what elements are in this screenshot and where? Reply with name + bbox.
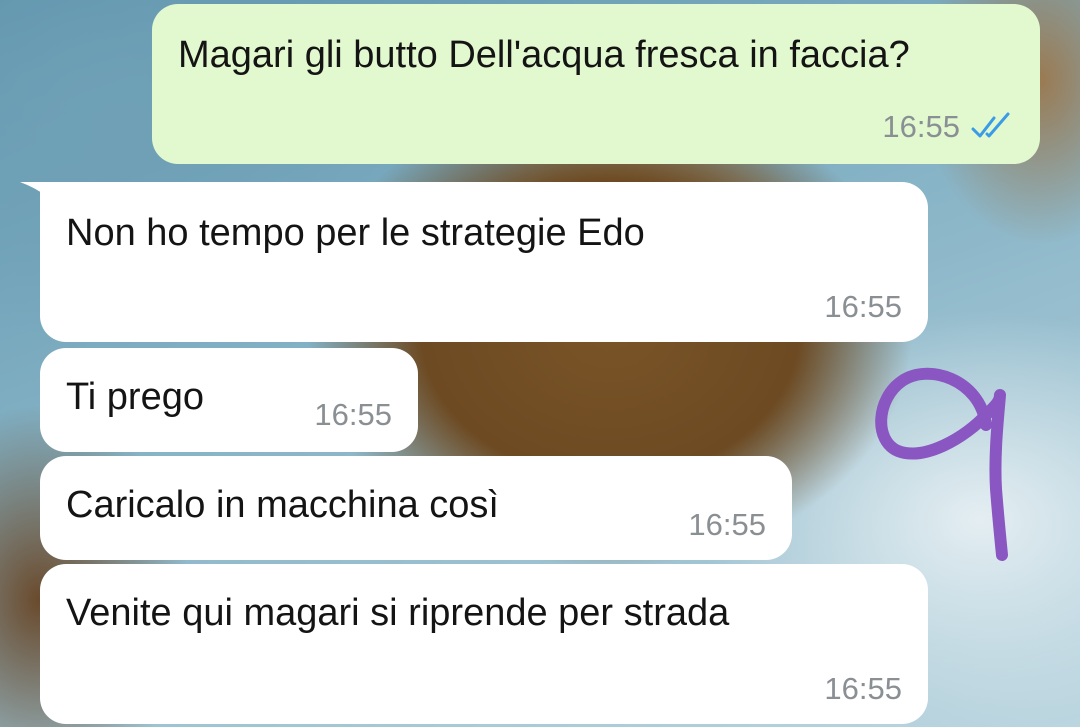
message-text: Ti prego [66,376,204,418]
message-text: Magari gli butto Dell'acqua fresca in fa… [178,34,910,76]
message-meta: 16:55 [314,398,392,432]
message-bubble-incoming[interactable]: Non ho tempo per le strategie Edo 16:55 [40,182,928,342]
message-time: 16:55 [824,289,902,324]
message-text: Venite qui magari si riprende per strada [66,592,730,634]
message-text: Non ho tempo per le strategie Edo [66,212,645,254]
message-time: 16:55 [882,109,960,144]
handwritten-nine-annotation [875,367,1008,561]
message-meta: 16:55 [688,508,766,542]
message-bubble-incoming[interactable]: Venite qui magari si riprende per strada… [40,564,928,724]
message-text: Caricalo in macchina così [66,484,499,526]
message-meta: 16:55 [824,290,902,324]
double-check-read-icon [970,112,1016,142]
message-time: 16:55 [824,671,902,706]
message-bubble-incoming[interactable]: Caricalo in macchina così 16:55 [40,456,792,560]
message-bubble-outgoing[interactable]: Magari gli butto Dell'acqua fresca in fa… [152,4,1040,164]
message-bubble-incoming[interactable]: Ti prego 16:55 [40,348,418,452]
message-meta: 16:55 [882,110,1016,144]
message-meta: 16:55 [824,672,902,706]
message-time: 16:55 [688,507,766,542]
message-time: 16:55 [314,397,392,432]
